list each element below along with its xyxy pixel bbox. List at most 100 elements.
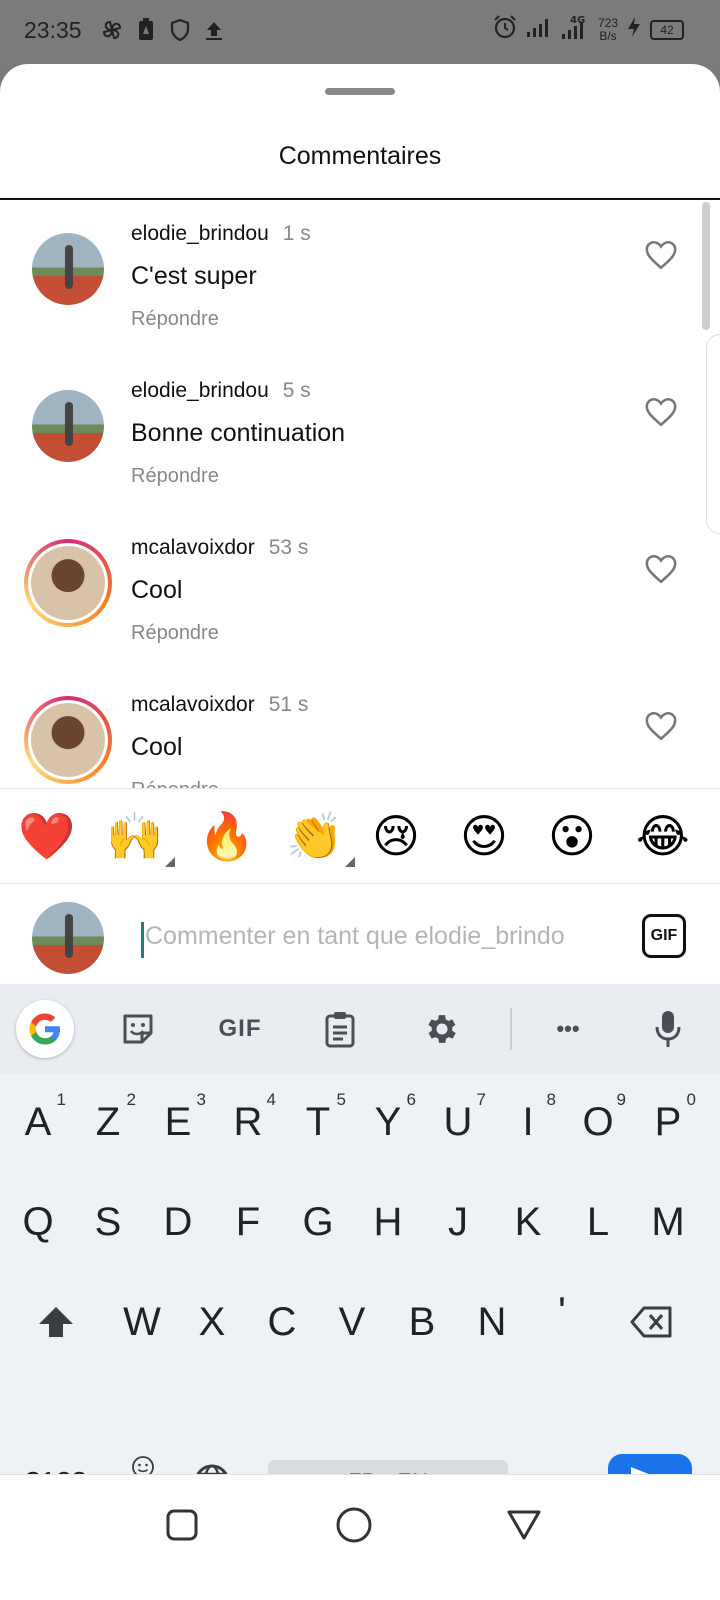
comment-item: mcalavoixdor 53 s Cool Répondre (0, 514, 720, 671)
key-T[interactable]: T5 (284, 1082, 352, 1162)
key-U[interactable]: U7 (424, 1082, 492, 1162)
emoji-raised-hands[interactable]: 🙌 (106, 809, 176, 867)
key-label: O (582, 1099, 614, 1144)
comment-header: mcalavoixdor 51 s (131, 693, 308, 717)
key-X[interactable]: X (178, 1282, 246, 1362)
storage-icon (134, 18, 158, 42)
backspace-key[interactable] (614, 1282, 690, 1362)
key-A[interactable]: A1 (4, 1082, 72, 1162)
key-label: T (305, 1099, 331, 1144)
emoji-clapping[interactable]: 👏 (286, 809, 356, 867)
shift-arrow-icon (39, 1307, 73, 1337)
comment-time: 1 s (282, 222, 311, 245)
key-V[interactable]: V (318, 1282, 386, 1362)
gear-icon (428, 1015, 456, 1043)
key-N[interactable]: N (458, 1282, 526, 1362)
comment-text: Cool (131, 733, 183, 761)
avatar[interactable] (32, 233, 104, 305)
key-H[interactable]: H (354, 1182, 422, 1262)
key-M[interactable]: M (634, 1182, 702, 1262)
key-hint: 9 (616, 1090, 626, 1109)
comment-username[interactable]: elodie_brindou (131, 379, 269, 402)
key-F[interactable]: F (214, 1182, 282, 1262)
clipboard-button[interactable] (320, 1006, 360, 1052)
text-cursor (141, 922, 144, 958)
comment-username[interactable]: elodie_brindou (131, 222, 269, 245)
emoji-tears-of-joy[interactable]: 😂 (636, 809, 690, 863)
key-C[interactable]: C (248, 1282, 316, 1362)
key-Q[interactable]: Q (4, 1182, 72, 1262)
keyboard-gif-button[interactable]: GIF (212, 1006, 268, 1052)
key-G[interactable]: G (284, 1182, 352, 1262)
drag-handle[interactable] (325, 88, 395, 95)
recents-button[interactable] (162, 1505, 202, 1545)
my-avatar (32, 902, 104, 974)
reply-button[interactable]: Répondre (131, 779, 219, 788)
key-B[interactable]: B (388, 1282, 456, 1362)
key-P[interactable]: P0 (634, 1082, 702, 1162)
emoji-fire[interactable]: 🔥 (198, 809, 255, 863)
settings-button[interactable] (420, 1006, 464, 1052)
square-icon (166, 1509, 198, 1541)
key-Z[interactable]: Z2 (74, 1082, 142, 1162)
emoji-surprised[interactable]: 😮 (548, 809, 596, 863)
reply-button[interactable]: Répondre (131, 465, 219, 488)
key-label: E (164, 1099, 192, 1144)
key-J[interactable]: J (424, 1182, 492, 1262)
heart-icon[interactable] (644, 238, 678, 272)
emoji-heart[interactable]: ❤️ (18, 809, 75, 863)
back-button[interactable] (504, 1505, 544, 1545)
key-E[interactable]: E3 (144, 1082, 212, 1162)
comment-username[interactable]: mcalavoixdor (131, 693, 255, 716)
variant-indicator (345, 857, 356, 867)
reply-button[interactable]: Répondre (131, 308, 219, 331)
heart-icon[interactable] (644, 709, 678, 743)
avatar-story-ring[interactable] (24, 696, 112, 784)
toolbar-divider (510, 1008, 512, 1050)
key-label: P (654, 1099, 682, 1144)
charging-icon (626, 16, 642, 43)
emoji-heart-eyes[interactable]: 😍 (460, 809, 508, 863)
backspace-icon (630, 1306, 672, 1338)
google-icon (29, 1013, 60, 1045)
comment-header: elodie_brindou 1 s (131, 222, 311, 246)
key-L[interactable]: L (564, 1182, 632, 1262)
keyboard: GIF ••• A1 Z2 E3 R4 T5 Y6 U7 I8 O9 P0 Q … (0, 984, 720, 1510)
pinwheel-icon (100, 18, 124, 42)
avatar-story-ring[interactable] (24, 539, 112, 627)
more-options-button[interactable]: ••• (544, 1006, 592, 1052)
alarm-icon (492, 14, 518, 45)
shield-icon (168, 18, 192, 42)
comment-time: 5 s (282, 379, 311, 402)
key-I[interactable]: I8 (494, 1082, 562, 1162)
comment-username[interactable]: mcalavoixdor (131, 536, 255, 559)
heart-icon[interactable] (644, 552, 678, 586)
clipboard-icon (325, 1012, 355, 1048)
key-S[interactable]: S (74, 1182, 142, 1262)
network-speed-value: 723 (597, 15, 618, 30)
heart-icon[interactable] (644, 395, 678, 429)
avatar[interactable] (32, 390, 104, 462)
sticker-button[interactable] (116, 1006, 160, 1052)
key-K[interactable]: K (494, 1182, 562, 1262)
shift-key[interactable] (20, 1282, 92, 1362)
key-label: I (522, 1099, 534, 1144)
comment-item: elodie_brindou 1 s C'est super Répondre (0, 200, 720, 357)
home-button[interactable] (334, 1505, 374, 1545)
comment-time: 53 s (268, 536, 309, 559)
sticker-icon (123, 1014, 153, 1044)
signal-icon (526, 16, 552, 43)
emoji-crying[interactable]: 😢 (372, 809, 420, 863)
voice-input-button[interactable] (652, 1006, 684, 1052)
comment-input[interactable]: Commenter en tant que elodie_brindo (145, 922, 610, 951)
key-O[interactable]: O9 (564, 1082, 632, 1162)
reply-button[interactable]: Répondre (131, 622, 219, 645)
gif-button[interactable]: GIF (642, 914, 686, 958)
key-apostrophe[interactable]: ' (528, 1272, 596, 1352)
key-R[interactable]: R4 (214, 1082, 282, 1162)
google-search-button[interactable] (16, 1000, 74, 1058)
key-W[interactable]: W (108, 1282, 176, 1362)
key-D[interactable]: D (144, 1182, 212, 1262)
comment-composer: Commenter en tant que elodie_brindo GIF (0, 884, 720, 984)
key-Y[interactable]: Y6 (354, 1082, 422, 1162)
